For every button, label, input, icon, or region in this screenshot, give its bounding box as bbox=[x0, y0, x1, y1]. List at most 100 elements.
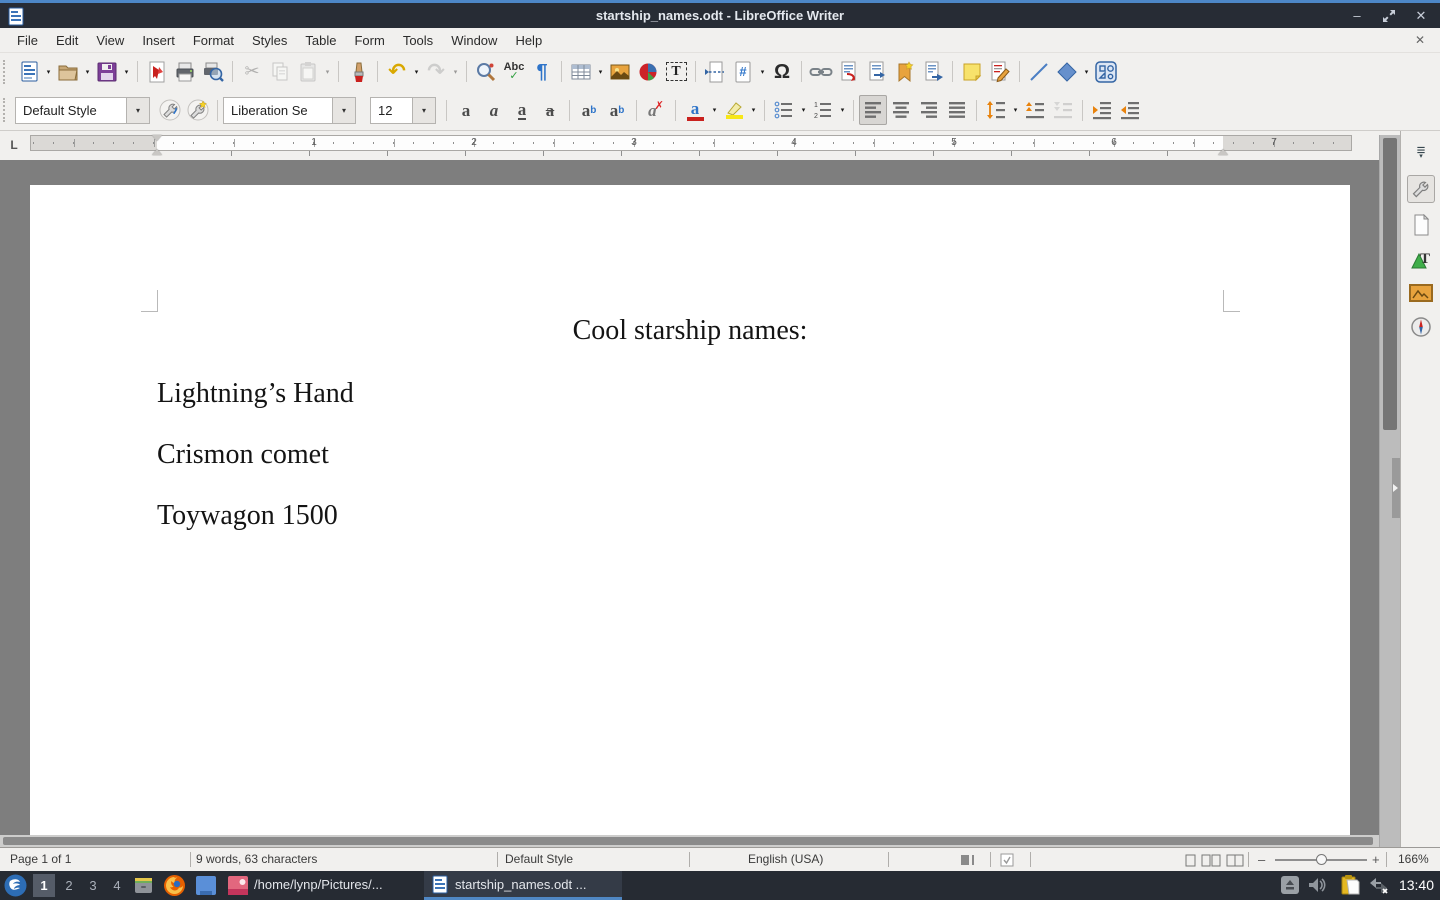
underline-button[interactable]: a bbox=[508, 95, 536, 125]
save-button[interactable] bbox=[93, 57, 121, 87]
doc-paragraph[interactable]: Crismon comet bbox=[157, 438, 1223, 472]
insert-line-button[interactable] bbox=[1025, 57, 1053, 87]
print-preview-button[interactable] bbox=[199, 57, 227, 87]
workspace-2[interactable]: 2 bbox=[58, 874, 80, 897]
find-replace-button[interactable] bbox=[472, 57, 500, 87]
increase-indent-button[interactable] bbox=[1088, 95, 1116, 125]
basic-shapes-dropdown[interactable]: ▾ bbox=[1081, 57, 1092, 87]
decrease-indent-button[interactable] bbox=[1116, 95, 1144, 125]
insert-cross-reference-button[interactable] bbox=[919, 57, 947, 87]
network-offline-icon[interactable] bbox=[1368, 876, 1390, 900]
document-text[interactable]: Cool starship names: Lightning’s Hand Cr… bbox=[30, 185, 1350, 533]
align-left-button[interactable] bbox=[859, 95, 887, 125]
insert-hyperlink-button[interactable] bbox=[807, 57, 835, 87]
zoom-in-button[interactable]: + bbox=[1372, 852, 1380, 867]
paragraph-style-combo[interactable]: Default Style bbox=[15, 97, 127, 124]
save-dropdown[interactable]: ▾ bbox=[121, 57, 132, 87]
insert-field-dropdown[interactable]: ▾ bbox=[757, 57, 768, 87]
minimize-button[interactable]: – bbox=[1348, 7, 1366, 25]
sidebar-styles-button[interactable]: T bbox=[1407, 245, 1435, 273]
insert-endnote-button[interactable] bbox=[863, 57, 891, 87]
left-indent-marker[interactable] bbox=[152, 144, 162, 155]
export-pdf-button[interactable] bbox=[143, 57, 171, 87]
toolbar-grip[interactable] bbox=[3, 60, 8, 84]
zoom-level[interactable]: 166% bbox=[1398, 852, 1429, 866]
new-document-dropdown[interactable]: ▾ bbox=[43, 57, 54, 87]
align-center-button[interactable] bbox=[887, 95, 915, 125]
menu-styles[interactable]: Styles bbox=[243, 29, 296, 52]
insert-field-button[interactable]: # bbox=[729, 57, 757, 87]
font-name-combo[interactable]: Liberation Se bbox=[223, 97, 333, 124]
draw-functions-button[interactable] bbox=[1092, 57, 1120, 87]
special-character-button[interactable]: Ω bbox=[768, 57, 796, 87]
basic-shapes-button[interactable] bbox=[1053, 57, 1081, 87]
superscript-button[interactable]: ab bbox=[575, 95, 603, 125]
undo-button[interactable]: ↶ bbox=[383, 57, 411, 87]
close-document-button[interactable]: ✕ bbox=[1412, 32, 1428, 48]
insert-bookmark-button[interactable] bbox=[891, 57, 919, 87]
unordered-list-dropdown[interactable]: ▾ bbox=[798, 95, 809, 125]
selection-mode-icon[interactable] bbox=[1000, 853, 1014, 870]
clipboard-manager-icon[interactable] bbox=[1340, 874, 1361, 901]
menu-edit[interactable]: Edit bbox=[47, 29, 87, 52]
sidebar-hide-handle[interactable] bbox=[1392, 458, 1400, 518]
subscript-button[interactable]: ab bbox=[603, 95, 631, 125]
update-style-button[interactable] bbox=[156, 95, 184, 125]
strikethrough-button[interactable]: a bbox=[536, 95, 564, 125]
single-page-view-icon[interactable] bbox=[1185, 854, 1196, 870]
track-changes-button[interactable] bbox=[986, 57, 1014, 87]
undo-dropdown[interactable]: ▾ bbox=[411, 57, 422, 87]
new-style-button[interactable] bbox=[184, 95, 212, 125]
menu-window[interactable]: Window bbox=[442, 29, 506, 52]
restore-button[interactable] bbox=[1380, 7, 1398, 25]
horizontal-scrollbar[interactable] bbox=[0, 835, 1379, 847]
sidebar-gallery-button[interactable] bbox=[1407, 279, 1435, 307]
increase-paragraph-spacing-button[interactable] bbox=[1021, 95, 1049, 125]
menu-table[interactable]: Table bbox=[296, 29, 345, 52]
insert-chart-button[interactable] bbox=[634, 57, 662, 87]
menu-insert[interactable]: Insert bbox=[133, 29, 184, 52]
sidebar-navigator-button[interactable] bbox=[1407, 313, 1435, 341]
align-justify-button[interactable] bbox=[943, 95, 971, 125]
font-color-button[interactable]: a bbox=[681, 95, 709, 125]
multi-page-view-icon[interactable] bbox=[1201, 854, 1221, 870]
menu-file[interactable]: File bbox=[8, 29, 47, 52]
sidebar-settings-button[interactable]: ≡▾ bbox=[1407, 139, 1435, 167]
applications-menu-button[interactable] bbox=[4, 874, 27, 902]
zoom-slider-knob[interactable] bbox=[1316, 854, 1327, 865]
open-dropdown[interactable]: ▾ bbox=[82, 57, 93, 87]
file-manager-task-icon[interactable] bbox=[133, 875, 154, 901]
highlight-color-dropdown[interactable]: ▾ bbox=[748, 95, 759, 125]
vertical-scrollbar-thumb[interactable] bbox=[1383, 138, 1397, 430]
menu-tools[interactable]: Tools bbox=[394, 29, 442, 52]
insert-textbox-button[interactable]: T bbox=[662, 57, 690, 87]
overwrite-mode-icon[interactable] bbox=[960, 854, 976, 869]
document-page[interactable]: Cool starship names: Lightning’s Hand Cr… bbox=[30, 185, 1350, 835]
removable-media-icon[interactable] bbox=[1280, 875, 1300, 900]
insert-footnote-button[interactable] bbox=[835, 57, 863, 87]
formatting-marks-button[interactable]: ¶ bbox=[528, 57, 556, 87]
text-language[interactable]: English (USA) bbox=[748, 852, 823, 866]
menu-view[interactable]: View bbox=[87, 29, 133, 52]
doc-heading[interactable]: Cool starship names: bbox=[157, 313, 1223, 349]
insert-table-button[interactable] bbox=[567, 57, 595, 87]
paragraph-style-dropdown[interactable]: ▾ bbox=[127, 97, 150, 124]
highlight-color-button[interactable] bbox=[720, 95, 748, 125]
sidebar-properties-button[interactable] bbox=[1407, 175, 1435, 203]
doc-paragraph[interactable]: Lightning’s Hand bbox=[157, 377, 1223, 411]
menu-help[interactable]: Help bbox=[506, 29, 551, 52]
tab-stop-selector[interactable]: L bbox=[6, 137, 22, 153]
menu-form[interactable]: Form bbox=[345, 29, 393, 52]
task-pictures-window[interactable]: /home/lynp/Pictures/... bbox=[254, 877, 383, 892]
font-color-dropdown[interactable]: ▾ bbox=[709, 95, 720, 125]
page-count[interactable]: Page 1 of 1 bbox=[10, 852, 71, 866]
close-button[interactable]: ✕ bbox=[1412, 7, 1430, 25]
italic-button[interactable]: a bbox=[480, 95, 508, 125]
font-size-combo[interactable]: 12 bbox=[370, 97, 413, 124]
toolbar-grip[interactable] bbox=[3, 98, 8, 122]
workspace-1[interactable]: 1 bbox=[33, 874, 55, 897]
volume-icon[interactable] bbox=[1308, 877, 1326, 898]
insert-table-dropdown[interactable]: ▾ bbox=[595, 57, 606, 87]
bold-button[interactable]: a bbox=[452, 95, 480, 125]
insert-image-button[interactable] bbox=[606, 57, 634, 87]
